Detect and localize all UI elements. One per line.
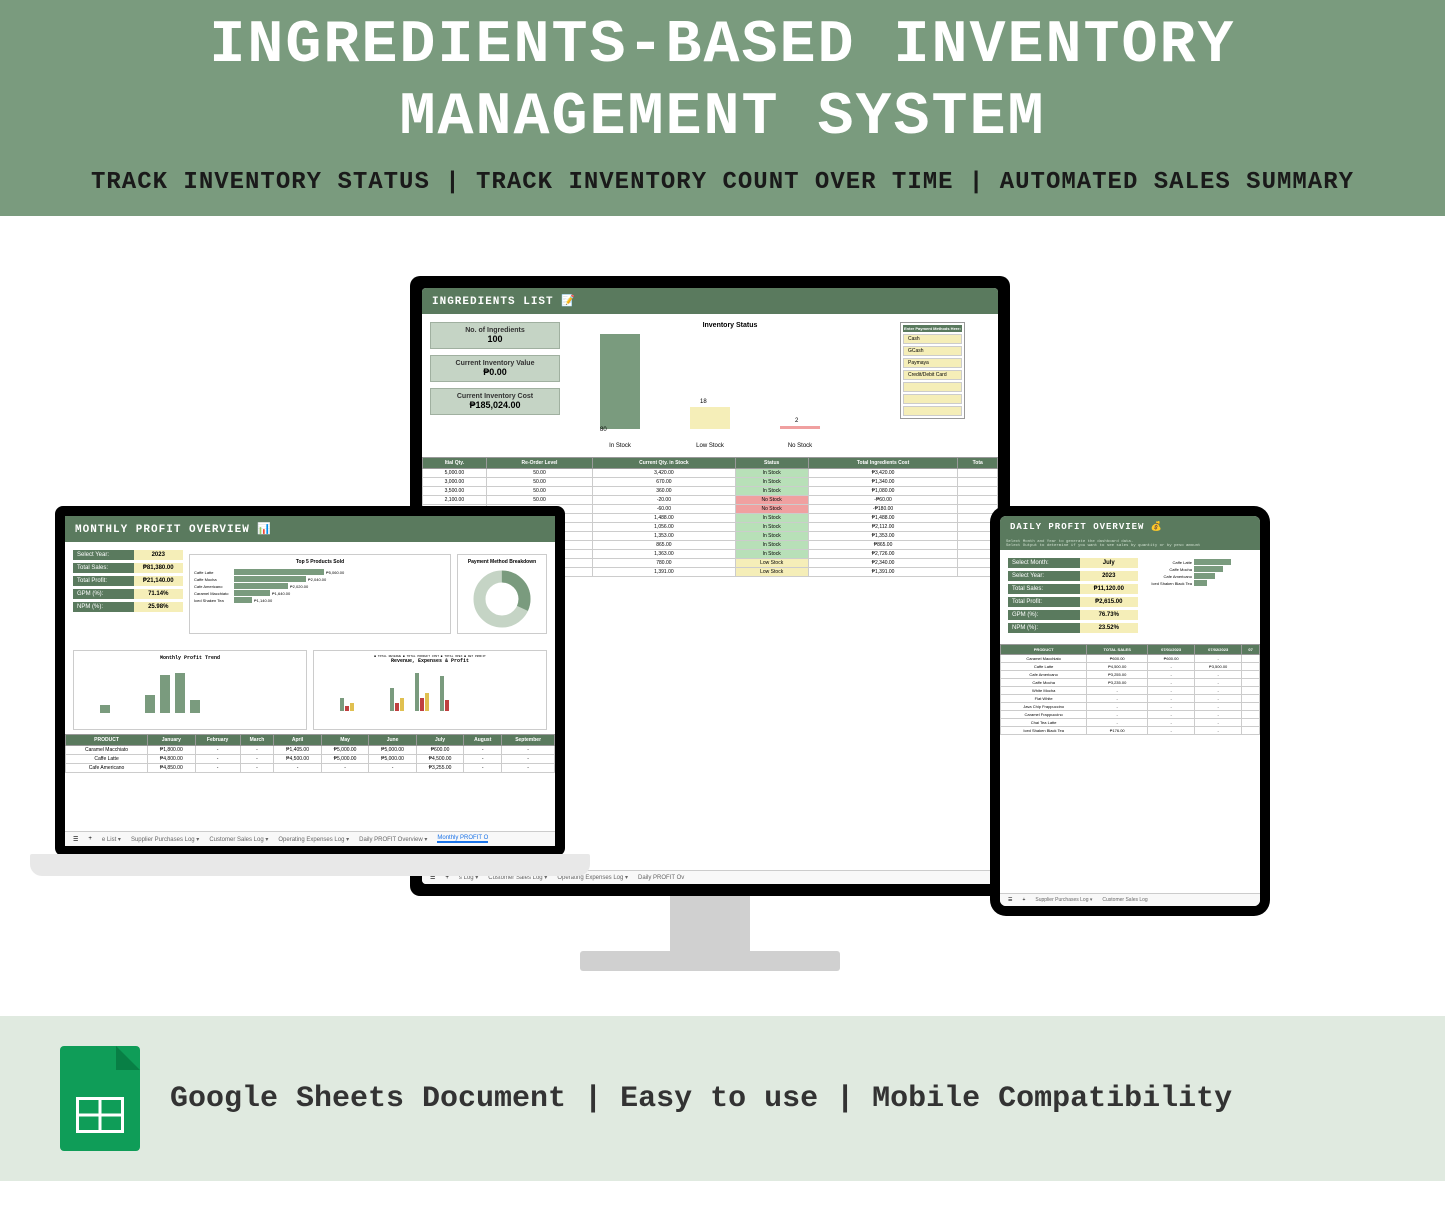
tab[interactable]: e List ▾ [102,836,121,843]
monthly-product-table[interactable]: PRODUCTJanuaryFebruaryMarchAprilMayJuneJ… [65,734,555,773]
tablet-device: DAILY PROFIT OVERVIEW 💰 Select Month and… [990,506,1270,916]
bar-in-stock [600,334,640,429]
bar-no-stock [780,426,820,429]
desktop-stand [670,896,750,956]
desktop-base [580,951,840,971]
monthly-kv-panel: Select Year:2023Total Sales:₱81,380.00To… [73,550,183,638]
tab[interactable]: Operating Expenses Log ▾ [278,836,349,843]
monthly-trend-chart: Monthly Profit Trend [73,650,307,730]
inventory-status-chart: 80 In Stock 18 Low Stock 2 No Stock [570,329,890,449]
footer-banner: Google Sheets Document | Easy to use | M… [0,1016,1445,1181]
daily-product-table[interactable]: PRODUCTTOTAL SALES07/01/202307/02/202307… [1000,644,1260,735]
payment-method-cell[interactable]: Credit/Debit Card [903,370,962,380]
stat-num-ingredients: No. of Ingredients 100 [430,322,560,349]
daily-profit-panel-title: DAILY PROFIT OVERVIEW 💰 [1000,516,1260,538]
tab[interactable]: Supplier Purchases Log ▾ [1035,897,1092,903]
tab[interactable]: Daily PROFIT Ov [638,875,684,881]
daily-profit-subtext: Select Month and Year to generate the da… [1000,538,1260,550]
tablet-tabs: ☰ + Supplier Purchases Log ▾ Customer Sa… [1000,893,1260,906]
tab[interactable]: Customer Sales Log ▾ [209,836,268,843]
header-banner: INGREDIENTS-BASED INVENTORY MANAGEMENT S… [0,0,1445,216]
page-subtitle: TRACK INVENTORY STATUS | TRACK INVENTORY… [0,169,1445,196]
sheets-menu-icon[interactable]: ☰ [1008,897,1012,903]
stat-inventory-value: Current Inventory Value ₱0.00 [430,355,560,382]
device-showcase: INGREDIENTS LIST 📝 No. of Ingredients 10… [0,216,1445,1016]
google-sheets-icon [60,1046,140,1151]
tab[interactable]: Daily PROFIT Overview ▾ [359,836,427,843]
monthly-profit-panel-title: MONTHLY PROFIT OVERVIEW 📊 [65,516,555,542]
laptop-tabs: ☰ + e List ▾ Supplier Purchases Log ▾ Cu… [65,831,555,846]
sheets-menu-icon[interactable]: ☰ [73,836,78,843]
sheets-plus-icon[interactable]: + [88,836,92,842]
laptop-hinge [30,854,590,876]
page-title-line2: MANAGEMENT SYSTEM [0,82,1445,154]
payment-method-cell[interactable]: Cash [903,334,962,344]
tab[interactable]: Supplier Purchases Log ▾ [131,836,199,843]
payment-method-cell[interactable]: GCash [903,346,962,356]
sheets-plus-icon[interactable]: + [1022,897,1025,903]
page-title-line1: INGREDIENTS-BASED INVENTORY [0,10,1445,82]
stat-inventory-cost: Current Inventory Cost ₱185,024.00 [430,388,560,415]
bar-low-stock [690,407,730,429]
ingredients-panel-title: INGREDIENTS LIST 📝 [422,288,998,314]
payment-method-cell[interactable]: Paymaya [903,358,962,368]
payment-methods-box: Enter Payment Methods Here: Cash GCash P… [900,322,965,419]
tab[interactable]: Customer Sales Log [1102,897,1147,903]
top5-products-chart: Top 5 Products Sold Caffe Latte₱5,060.00… [189,554,451,634]
inventory-status-chart-title: Inventory Status [570,322,890,329]
laptop-device: MONTHLY PROFIT OVERVIEW 📊 Select Year:20… [55,506,565,856]
footer-text: Google Sheets Document | Easy to use | M… [170,1082,1232,1116]
payment-breakdown-chart: Payment Method Breakdown [457,554,547,634]
daily-side-products: Caffe LatteCaffe MochaCafe AmericanoIced… [1142,558,1252,636]
daily-kv-panel: Select Month:JulySelect Year:2023Total S… [1008,558,1138,636]
revenue-expense-chart: ■ TOTAL REVENUE ■ TOTAL PRODUCT COST ■ T… [313,650,547,730]
tab-active[interactable]: Monthly PROFIT O [437,835,488,843]
